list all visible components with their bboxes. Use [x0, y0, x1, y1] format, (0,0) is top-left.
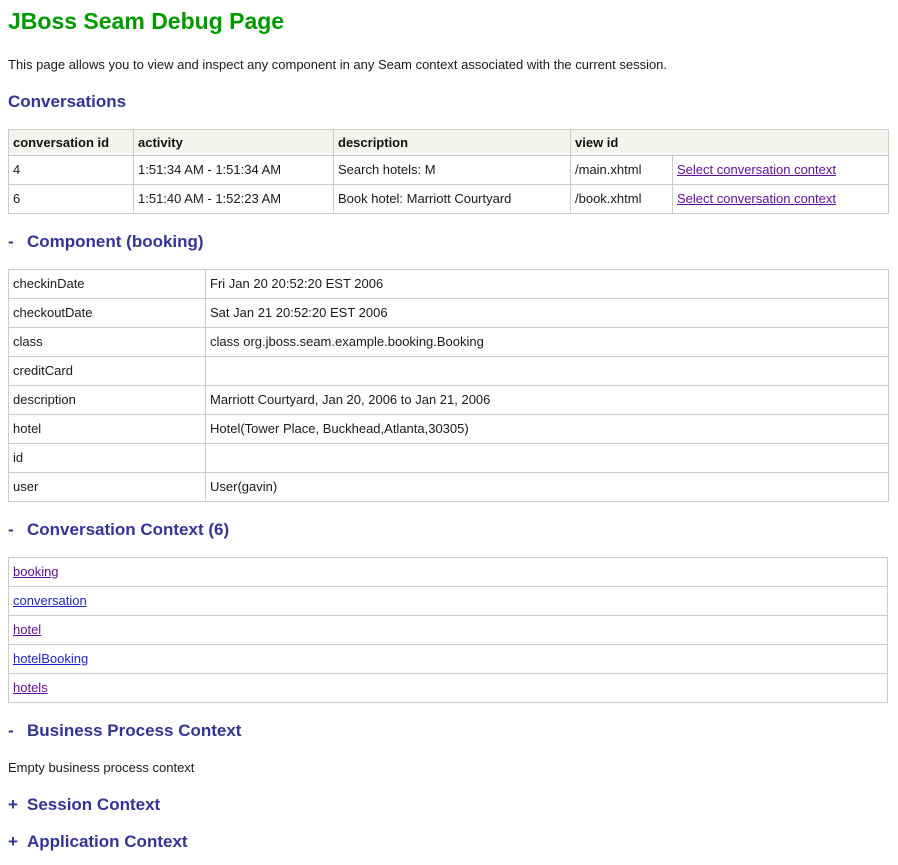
collapse-toggle-icon: -: [8, 232, 18, 251]
expand-toggle-icon: +: [8, 795, 18, 814]
expand-toggle-icon: +: [8, 832, 18, 851]
conversations-header-row: conversation id activity description vie…: [9, 129, 889, 155]
conversations-heading: Conversations: [8, 92, 898, 111]
context-entry-cell: hotelBooking: [9, 644, 888, 673]
context-entry-link[interactable]: hotel: [13, 622, 41, 637]
context-entry-cell: conversation: [9, 586, 888, 615]
conversation-action-cell: Select conversation context: [673, 155, 889, 184]
component-section-heading[interactable]: - Component (booking): [8, 232, 898, 251]
property-row: checkinDate Fri Jan 20 20:52:20 EST 2006: [9, 269, 889, 298]
column-header-activity: activity: [134, 129, 334, 155]
conversation-context-table: booking conversation hotel hotelBooking …: [8, 557, 888, 703]
conversation-row: 4 1:51:34 AM - 1:51:34 AM Search hotels:…: [9, 155, 889, 184]
property-row: checkoutDate Sat Jan 21 20:52:20 EST 200…: [9, 298, 889, 327]
conversation-context-section-heading[interactable]: - Conversation Context (6): [8, 520, 898, 539]
select-conversation-context-link[interactable]: Select conversation context: [677, 162, 836, 177]
session-context-section-heading[interactable]: + Session Context: [8, 795, 898, 814]
collapse-toggle-icon: -: [8, 520, 18, 539]
conversation-activity-cell: 1:51:34 AM - 1:51:34 AM: [134, 155, 334, 184]
context-entry-link[interactable]: hotels: [13, 680, 48, 695]
property-value: Sat Jan 21 20:52:20 EST 2006: [206, 298, 889, 327]
page-title: JBoss Seam Debug Page: [8, 8, 898, 36]
property-row: user User(gavin): [9, 472, 889, 501]
business-process-context-section-heading[interactable]: - Business Process Context: [8, 721, 898, 740]
column-header-description: description: [334, 129, 571, 155]
property-value: User(gavin): [206, 472, 889, 501]
context-entry-cell: hotel: [9, 615, 888, 644]
conversation-view-id-cell: /book.xhtml: [571, 184, 673, 213]
conversation-row: 6 1:51:40 AM - 1:52:23 AM Book hotel: Ma…: [9, 184, 889, 213]
property-name: hotel: [9, 414, 206, 443]
application-context-section-heading[interactable]: + Application Context: [8, 832, 898, 851]
property-name: user: [9, 472, 206, 501]
context-entry-link[interactable]: booking: [13, 564, 59, 579]
property-value: Fri Jan 20 20:52:20 EST 2006: [206, 269, 889, 298]
property-value: Hotel(Tower Place, Buckhead,Atlanta,3030…: [206, 414, 889, 443]
business-process-empty-message: Empty business process context: [8, 760, 898, 775]
conversation-action-cell: Select conversation context: [673, 184, 889, 213]
property-name: checkoutDate: [9, 298, 206, 327]
property-value: [206, 356, 889, 385]
conversation-view-id-cell: /main.xhtml: [571, 155, 673, 184]
collapse-toggle-icon: -: [8, 721, 18, 740]
select-conversation-context-link[interactable]: Select conversation context: [677, 191, 836, 206]
column-header-conversation-id: conversation id: [9, 129, 134, 155]
property-value: Marriott Courtyard, Jan 20, 2006 to Jan …: [206, 385, 889, 414]
context-entry-link[interactable]: conversation: [13, 593, 87, 608]
conversation-context-heading-label: Conversation Context (6): [27, 520, 229, 539]
context-entry-cell: hotels: [9, 673, 888, 702]
component-properties-table: checkinDate Fri Jan 20 20:52:20 EST 2006…: [8, 269, 889, 502]
property-value: class org.jboss.seam.example.booking.Boo…: [206, 327, 889, 356]
context-entry-row: hotelBooking: [9, 644, 888, 673]
context-entry-row: conversation: [9, 586, 888, 615]
conversation-id-cell: 4: [9, 155, 134, 184]
business-process-context-heading-label: Business Process Context: [27, 721, 241, 740]
property-row: creditCard: [9, 356, 889, 385]
page-description: This page allows you to view and inspect…: [8, 57, 898, 72]
property-row: id: [9, 443, 889, 472]
component-heading-label: Component (booking): [27, 232, 204, 251]
column-header-view-id: view id: [571, 129, 889, 155]
property-row: hotel Hotel(Tower Place, Buckhead,Atlant…: [9, 414, 889, 443]
application-context-heading-label: Application Context: [27, 832, 188, 851]
property-name: checkinDate: [9, 269, 206, 298]
conversation-activity-cell: 1:51:40 AM - 1:52:23 AM: [134, 184, 334, 213]
property-name: class: [9, 327, 206, 356]
context-entry-row: hotel: [9, 615, 888, 644]
property-name: creditCard: [9, 356, 206, 385]
context-entry-row: hotels: [9, 673, 888, 702]
context-entry-cell: booking: [9, 557, 888, 586]
context-entry-link[interactable]: hotelBooking: [13, 651, 88, 666]
property-row: class class org.jboss.seam.example.booki…: [9, 327, 889, 356]
conversation-description-cell: Search hotels: M: [334, 155, 571, 184]
conversations-table: conversation id activity description vie…: [8, 129, 889, 214]
property-name: description: [9, 385, 206, 414]
session-context-heading-label: Session Context: [27, 795, 160, 814]
property-value: [206, 443, 889, 472]
context-entry-row: booking: [9, 557, 888, 586]
property-name: id: [9, 443, 206, 472]
conversation-id-cell: 6: [9, 184, 134, 213]
property-row: description Marriott Courtyard, Jan 20, …: [9, 385, 889, 414]
conversation-description-cell: Book hotel: Marriott Courtyard: [334, 184, 571, 213]
